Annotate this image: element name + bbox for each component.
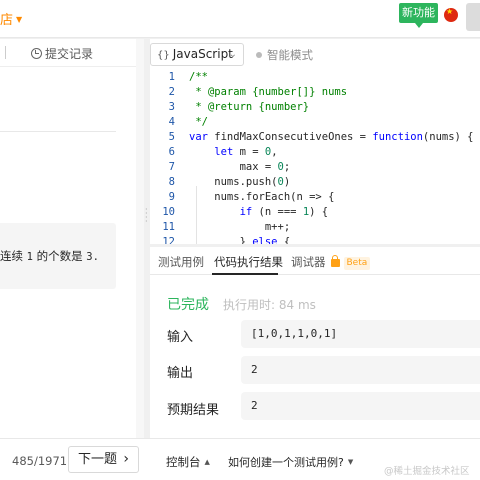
code-text: nums.push(0): [189, 176, 291, 188]
input-value: [1,0,1,1,0,1]: [241, 320, 480, 348]
results-panel: 测试用例 代码执行结果 调试器 Beta 已完成 执行用时: 84 ms 输入 […: [150, 247, 480, 438]
code-text: } else {: [189, 236, 291, 244]
language-label: JavaScript: [172, 47, 233, 61]
chevron-down-icon: ⌄: [228, 49, 237, 60]
code-line[interactable]: 12 } else {: [150, 235, 480, 244]
line-number: 2: [168, 86, 175, 98]
toggle-dot-icon: [256, 52, 262, 58]
smart-mode-label: 智能模式: [267, 48, 313, 62]
tab-divider: [5, 46, 6, 59]
help-link-label: 如何创建一个测试用例?: [228, 456, 344, 469]
smart-mode-toggle[interactable]: 智能模式: [256, 47, 313, 63]
example-text-middle: 的个数是: [36, 249, 83, 263]
code-text: if (n === 1) {: [239, 206, 329, 218]
chevron-up-icon: ▲: [204, 458, 210, 466]
code-text: */: [189, 116, 208, 128]
expected-value: 2: [241, 392, 480, 420]
line-number: 12: [162, 236, 175, 244]
code-line[interactable]: 4 */: [150, 115, 480, 130]
tab-debugger-label: 调试器: [291, 255, 326, 269]
console-label: 控制台: [166, 455, 201, 469]
code-line[interactable]: 7 max = 0;: [150, 160, 480, 175]
bottom-nav: 485/1971 下一题 ›: [0, 438, 150, 480]
beta-badge: Beta: [343, 257, 371, 270]
next-button-label: 下一题: [78, 452, 118, 467]
line-number: 6: [168, 146, 175, 158]
line-number: 11: [162, 221, 175, 233]
tab-test-cases[interactable]: 测试用例: [158, 254, 204, 270]
code-text: let m = 0,: [214, 146, 278, 158]
results-tabs: 测试用例 代码执行结果 调试器 Beta: [150, 247, 480, 275]
code-line[interactable]: 11 m++;: [150, 220, 480, 235]
code-line[interactable]: 3 * @return {number}: [150, 100, 480, 115]
input-label: 输入: [167, 330, 194, 345]
code-text: /**: [189, 71, 208, 83]
code-area[interactable]: 1/** 2 * @param {number[]} nums 3 * @retur…: [150, 70, 480, 244]
console-toggle[interactable]: 控制台 ▲: [166, 454, 210, 470]
problem-tabs: 提交记录: [0, 39, 144, 67]
chevron-right-icon: ›: [123, 451, 129, 467]
china-flag-icon[interactable]: [444, 7, 458, 22]
line-number: 9: [168, 191, 175, 203]
chevron-down-icon: ▼: [347, 458, 354, 466]
tab-run-result[interactable]: 代码执行结果: [214, 254, 283, 270]
example-number: 3.: [86, 251, 99, 263]
line-number: 1: [168, 71, 175, 83]
code-line[interactable]: 10 if (n === 1) {: [150, 205, 480, 220]
active-tab-indicator: [212, 273, 278, 275]
tab-label: 提交记录: [45, 47, 94, 61]
code-editor: {} JavaScript ⌄ 智能模式 1 /** 2 * @param {numbe…: [150, 39, 480, 244]
example-number: 1: [26, 251, 33, 263]
code-text: var findMaxConsecutiveOnes = function(nu…: [189, 131, 474, 143]
code-line[interactable]: 6 let m = 0,: [150, 145, 480, 160]
language-select[interactable]: {} JavaScript ⌄: [150, 43, 244, 66]
watermark: @稀土掘金技术社区: [384, 466, 470, 477]
line-number: 3: [168, 101, 175, 113]
lock-icon: [330, 255, 340, 267]
run-time: 执行用时: 84 ms: [223, 298, 316, 312]
line-number: 7: [168, 161, 175, 173]
output-label: 输出: [167, 366, 194, 381]
code-line[interactable]: 9 nums.forEach(n => {: [150, 190, 480, 205]
code-line[interactable]: 1 /**: [150, 70, 480, 85]
create-test-help-link[interactable]: 如何创建一个测试用例? ▼: [228, 454, 353, 470]
problem-description-panel: 提交记录 连续 1 的个数是 3.: [0, 39, 144, 480]
store-menu[interactable]: 店 ▼: [0, 9, 22, 28]
line-number: 5: [168, 131, 175, 143]
run-status: 已完成: [167, 297, 209, 313]
divider: [0, 131, 116, 132]
example-text-prefix: 连续: [0, 249, 23, 263]
output-value: 2: [241, 356, 480, 384]
code-text: * @param {number[]} nums: [189, 86, 348, 98]
example-explanation: 连续 1 的个数是 3.: [0, 248, 99, 264]
history-icon: [31, 48, 42, 59]
code-text: * @return {number}: [189, 101, 310, 113]
chevron-down-icon: ▼: [16, 15, 23, 24]
code-text: m++;: [189, 221, 291, 233]
editor-toolbar: {} JavaScript ⌄ 智能模式: [150, 39, 480, 69]
new-feature-badge[interactable]: 新功能: [399, 3, 438, 28]
expected-label: 预期结果: [167, 403, 220, 418]
scrollbar[interactable]: [136, 39, 144, 480]
line-number: 10: [162, 206, 175, 218]
tab-debugger[interactable]: 调试器 Beta: [291, 254, 371, 270]
code-braces-icon: {}: [157, 50, 170, 61]
code-text: nums.forEach(n => {: [189, 191, 335, 203]
code-line[interactable]: 2 * @param {number[]} nums: [150, 85, 480, 100]
code-text: max = 0;: [189, 161, 291, 173]
top-bar: 店 ▼ 新功能: [0, 0, 480, 38]
tab-submit-records[interactable]: 提交记录: [31, 45, 93, 62]
line-number: 4: [168, 116, 175, 128]
store-label: 店: [0, 13, 14, 28]
code-line[interactable]: 8 nums.push(0): [150, 175, 480, 190]
line-number: 8: [168, 176, 175, 188]
drag-handle-icon[interactable]: · · · ·: [145, 206, 148, 226]
avatar[interactable]: [466, 3, 480, 31]
problem-progress: 485/1971: [12, 454, 68, 468]
code-line[interactable]: 5 var findMaxConsecutiveOnes = function(n…: [150, 130, 480, 145]
next-problem-button[interactable]: 下一题 ›: [68, 446, 139, 473]
example-block: 连续 1 的个数是 3.: [0, 223, 116, 289]
